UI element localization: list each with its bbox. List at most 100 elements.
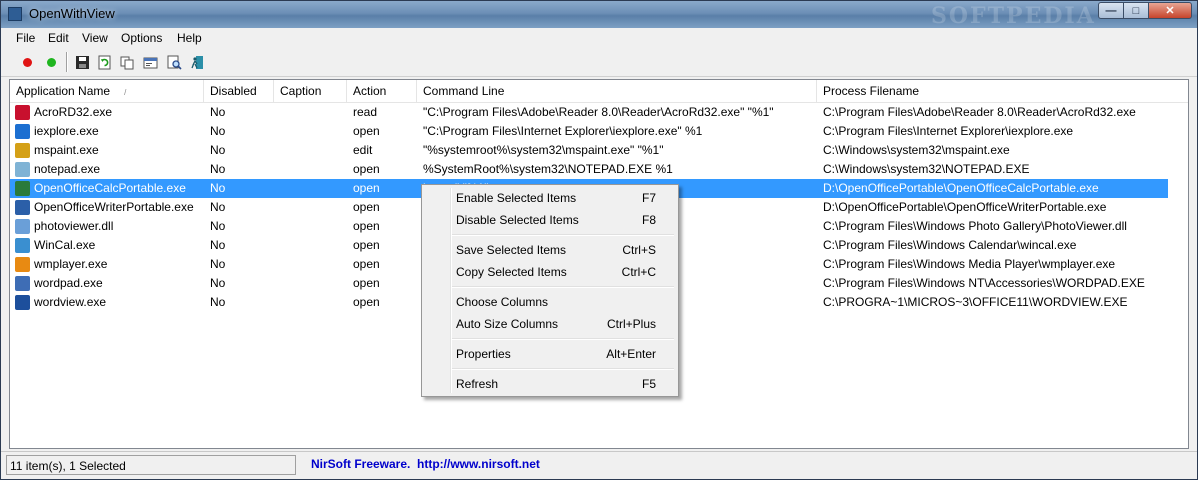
cell-name: wordpad.exe [34, 276, 103, 290]
maximize-button[interactable]: □ [1124, 2, 1149, 19]
table-row[interactable]: iexplore.exe No open "C:\Program Files\Inte… [10, 122, 1168, 141]
toolbar [1, 48, 1197, 77]
cell-disabled: No [210, 105, 226, 119]
cell-process: C:\Program Files\Windows Calendar\wincal… [823, 238, 1077, 252]
save-icon [75, 55, 89, 69]
cell-disabled: No [210, 295, 226, 309]
menu-item-shortcut: F5 [641, 377, 656, 391]
column-header-action[interactable]: Action [347, 80, 417, 102]
cell-caption [274, 293, 347, 312]
menu-separator [452, 234, 674, 236]
cell-disabled: No [210, 257, 226, 271]
menu-item-shortcut: Ctrl+Plus [606, 317, 656, 331]
refresh-button[interactable] [95, 53, 113, 71]
column-header-application-name[interactable]: Application Name / [10, 80, 204, 102]
menu-item-copy-selected-items[interactable]: Copy Selected Items Ctrl+C [424, 261, 676, 283]
menu-separator [452, 338, 674, 340]
enable-dot-icon [22, 57, 32, 67]
menu-file[interactable]: File [16, 31, 35, 45]
menu-item-auto-size-columns[interactable]: Auto Size Columns Ctrl+Plus [424, 313, 676, 335]
cell-action: open [353, 219, 380, 233]
minimize-button[interactable]: — [1098, 2, 1124, 19]
cell-action: edit [353, 143, 373, 157]
watermark-text: SOFTPEDIA [931, 3, 1096, 29]
cell-caption [274, 122, 347, 141]
menu-item-refresh[interactable]: Refresh F5 [424, 373, 676, 395]
cell-disabled: No [210, 238, 226, 252]
cell-disabled: No [210, 181, 226, 195]
menu-item-save-selected-items[interactable]: Save Selected Items Ctrl+S [424, 239, 676, 261]
copy-icon [120, 56, 133, 69]
cell-name: wmplayer.exe [34, 257, 108, 271]
cell-name: photoviewer.dll [34, 219, 114, 233]
cell-name: WinCal.exe [34, 238, 96, 252]
cell-caption [274, 103, 347, 122]
menu-edit[interactable]: Edit [48, 31, 69, 45]
app-icon [8, 7, 22, 21]
find-button[interactable] [165, 53, 183, 71]
cell-disabled: No [210, 219, 226, 233]
cell-caption [274, 179, 347, 198]
refresh-icon [98, 55, 110, 69]
menu-item-properties[interactable]: Properties Alt+Enter [424, 343, 676, 365]
cell-process: D:\OpenOfficePortable\OpenOfficeWriterPo… [823, 200, 1107, 214]
menu-item-choose-columns[interactable]: Choose Columns [424, 291, 676, 313]
menu-item-disable-selected-items[interactable]: Disable Selected Items F8 [424, 209, 676, 231]
column-label: Application Name [16, 84, 111, 98]
close-button[interactable]: ✕ [1149, 2, 1192, 19]
save-button[interactable] [73, 53, 91, 71]
cell-disabled: No [210, 124, 226, 138]
properties-button[interactable] [141, 53, 159, 71]
cell-action: open [353, 276, 380, 290]
exit-button[interactable] [188, 53, 206, 71]
status-item-count-panel: 11 item(s), 1 Selected [6, 455, 296, 475]
cell-action: open [353, 200, 380, 214]
menu-item-shortcut: Alt+Enter [606, 347, 656, 361]
menu-help[interactable]: Help [177, 31, 202, 45]
cell-caption [274, 255, 347, 274]
cell-action: open [353, 162, 380, 176]
menu-options[interactable]: Options [121, 31, 162, 45]
column-header-caption[interactable]: Caption [274, 80, 347, 102]
disable-button[interactable] [42, 53, 60, 71]
cell-process: C:\Windows\system32\NOTEPAD.EXE [823, 162, 1030, 176]
cell-name: iexplore.exe [34, 124, 99, 138]
nirsoft-link[interactable]: NirSoft Freeware. http://www.nirsoft.net [311, 457, 540, 471]
cell-process: C:\Program Files\Windows Media Player\wm… [823, 257, 1116, 271]
disable-dot-icon [46, 57, 56, 67]
menu-item-label: Copy Selected Items [456, 265, 567, 279]
menu-item-label: Choose Columns [456, 295, 549, 309]
status-bar: 11 item(s), 1 Selected NirSoft Freeware.… [1, 451, 1197, 479]
cell-caption [274, 160, 347, 179]
menu-item-enable-selected-items[interactable]: Enable Selected Items F7 [424, 187, 676, 209]
cell-disabled: No [210, 143, 226, 157]
cell-process: C:\Program Files\Windows NT\Accessories\… [823, 276, 1145, 290]
main-window: OpenWithView SOFTPEDIA — □ ✕ File Edit V… [0, 0, 1198, 480]
cell-name: OpenOfficeCalcPortable.exe [34, 181, 186, 195]
cell-command: "C:\Program Files\Adobe\Reader 8.0\Reade… [423, 105, 774, 119]
cell-caption [274, 236, 347, 255]
cell-command: "%systemroot%\system32\mspaint.exe" "%1" [423, 143, 664, 157]
table-row[interactable]: mspaint.exe No edit "%systemroot%\system32\… [10, 141, 1168, 160]
enable-button[interactable] [18, 53, 36, 71]
cell-name: wordview.exe [34, 295, 107, 309]
cell-action: open [353, 124, 380, 138]
toolbar-separator [66, 52, 68, 72]
table-row[interactable]: AcroRD32.exe No read "C:\Program Files\Adob… [10, 103, 1168, 122]
menu-view[interactable]: View [82, 31, 108, 45]
copy-button[interactable] [118, 53, 136, 71]
menu-item-label: Disable Selected Items [456, 213, 579, 227]
exit-icon [190, 55, 203, 69]
menu-separator [452, 286, 674, 288]
cell-name: mspaint.exe [34, 143, 99, 157]
cell-disabled: No [210, 276, 226, 290]
column-header-command-line[interactable]: Command Line [417, 80, 817, 102]
column-header-disabled[interactable]: Disabled [204, 80, 274, 102]
table-row[interactable]: notepad.exe No open %SystemRoot%\system32\N… [10, 160, 1168, 179]
menu-item-label: Enable Selected Items [456, 191, 577, 205]
status-credit-panel: NirSoft Freeware. http://www.nirsoft.net [307, 455, 1187, 475]
title-bar[interactable]: OpenWithView SOFTPEDIA — □ ✕ [1, 1, 1197, 29]
cell-action: open [353, 257, 380, 271]
cell-process: C:\Program Files\Windows Photo Gallery\P… [823, 219, 1127, 233]
column-header-process-filename[interactable]: Process Filename [817, 80, 1188, 102]
